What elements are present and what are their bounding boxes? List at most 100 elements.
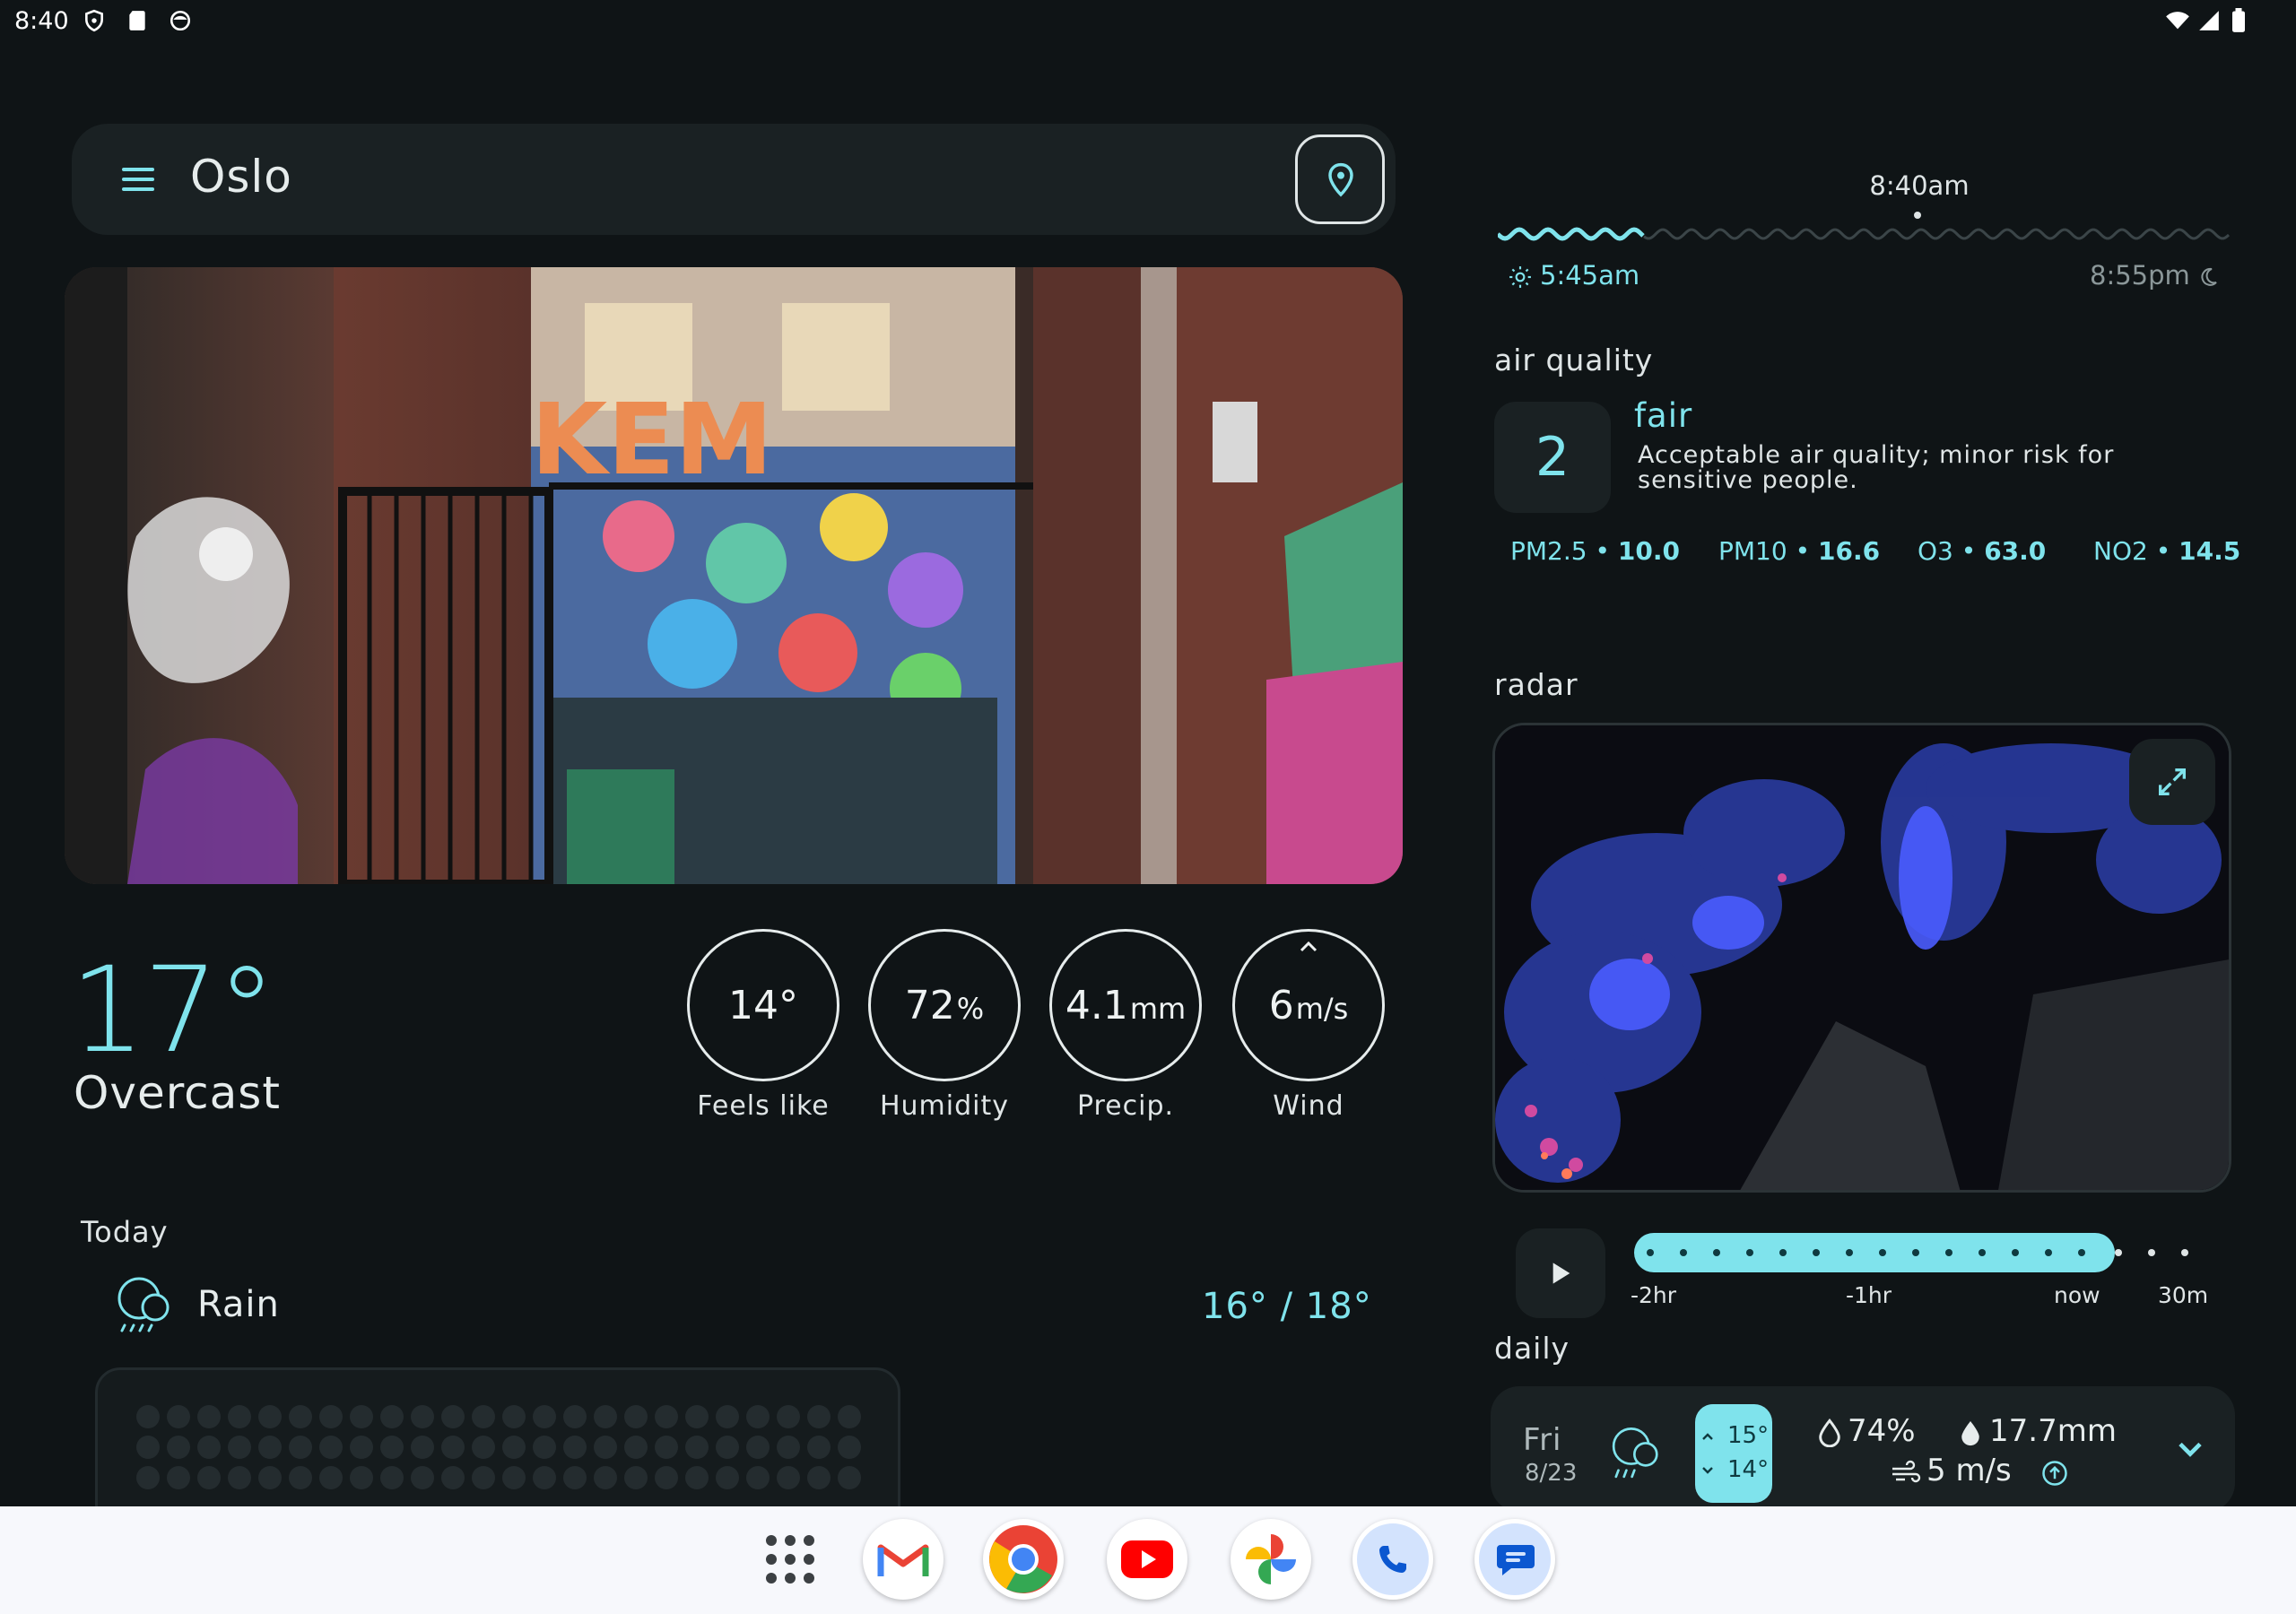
location-button[interactable] (1295, 134, 1385, 224)
hero-image: KEM (65, 267, 1403, 884)
humidity-icon (1819, 1419, 1840, 1447)
stat-value: 14° (728, 982, 798, 1028)
air-quality-title: air quality (1494, 343, 1654, 377)
stat-value: 72 (904, 982, 955, 1028)
expand-icon (2159, 768, 2186, 795)
precipitation-icon (1961, 1421, 1979, 1446)
stat-unit: % (956, 992, 985, 1026)
app-drawer-glyph (766, 1535, 814, 1584)
stat-label: Precip. (1076, 1090, 1175, 1122)
stat-unit: m/s (1295, 992, 1349, 1026)
radar-overlay (1495, 725, 2229, 1190)
stat-unit: mm (1129, 992, 1187, 1026)
pollutant-value: 10.0 (1617, 536, 1680, 566)
graffiti-alley-illustration: KEM (65, 267, 1403, 884)
pollutant-pm25: PM2.5 • 10.0 (1510, 536, 1680, 566)
daily-day: Fri (1523, 1422, 1562, 1458)
gmail-glyph (877, 1544, 929, 1576)
daily-date: 8/23 (1525, 1460, 1578, 1487)
pollutant-pm10: PM10 • 16.6 (1718, 536, 1881, 566)
stat-circle: 72% (868, 929, 1021, 1081)
messages-glyph (1497, 1545, 1535, 1575)
gmail-icon[interactable] (863, 1519, 944, 1600)
stat-circle: 4.1 mm (1049, 929, 1202, 1081)
radar-play-button[interactable] (1516, 1228, 1605, 1318)
play-icon (1552, 1263, 1570, 1284)
wind-icon (1892, 1460, 1921, 1483)
phone-icon[interactable] (1352, 1519, 1433, 1600)
now-marker (1914, 212, 1921, 219)
search-bar[interactable]: Oslo (72, 124, 1396, 235)
pollutant-no2: NO2 • 14.5 (2093, 536, 2241, 566)
stat-circle: 14° (687, 929, 839, 1081)
radar-tick-label: now (2054, 1282, 2100, 1308)
pollutant-name: PM10 (1718, 536, 1787, 566)
current-temperature: 17° (70, 941, 276, 1080)
radar-tick-label: -1hr (1846, 1282, 1892, 1308)
current-condition: Overcast (74, 1067, 281, 1119)
status-bar: 8:40 (0, 0, 2296, 45)
pollutant-name: O3 (1918, 536, 1953, 566)
stat-precip: 4.1 mm (1049, 929, 1202, 1081)
radar-map[interactable] (1492, 723, 2231, 1193)
shield-icon (85, 9, 103, 32)
chevron-up-icon (1702, 1433, 1713, 1440)
chrome-glyph (989, 1525, 1057, 1593)
radar-timeline-dots[interactable] (1634, 1233, 2208, 1272)
city-name[interactable]: Oslo (190, 151, 292, 203)
wind-direction-icon (1300, 941, 1318, 952)
chevron-down-icon[interactable] (2170, 1429, 2210, 1469)
phone-glyph (1379, 1546, 1406, 1573)
air-quality-level: fair (1634, 396, 1693, 435)
sunset-time: 8:55pm (2090, 260, 2190, 291)
battery-icon (2232, 8, 2245, 32)
wifi-icon (2166, 12, 2189, 30)
stat-wind: 6 m/s (1232, 929, 1385, 1081)
current-time-label: 8:40am (1869, 170, 1970, 201)
stat-label: Humidity (879, 1090, 1010, 1122)
sd-card-icon (129, 11, 145, 30)
sunrise-time: 5:45am (1540, 260, 1640, 291)
youtube-icon[interactable] (1107, 1519, 1187, 1600)
stat-value: 6 (1268, 982, 1294, 1028)
daily-high: 15° (1727, 1422, 1770, 1449)
daylight-wave (1498, 227, 2230, 241)
pollutant-value: 14.5 (2179, 536, 2241, 566)
pollutant-value: 16.6 (1818, 536, 1881, 566)
chevron-down-icon (1702, 1467, 1713, 1474)
stat-feels-like: 14° (687, 929, 839, 1081)
sunrise-icon (1509, 266, 1531, 288)
radar-title: radar (1494, 667, 1578, 702)
wind-direction-icon (2042, 1461, 2067, 1486)
moon-icon (2201, 267, 2217, 286)
daily-precip-amount: 17.7mm (1989, 1413, 2117, 1449)
air-quality-description: Acceptable air quality; minor risk for s… (1638, 441, 2115, 494)
daily-low: 14° (1727, 1456, 1770, 1483)
photos-glyph (1246, 1534, 1296, 1584)
pollutant-o3: O3 • 63.0 (1918, 536, 2047, 566)
daily-precip-probability: 74% (1848, 1413, 1916, 1449)
air-quality-index: 2 (1494, 402, 1611, 513)
svg-text:KEM: KEM (531, 382, 773, 497)
daily-forecast-row[interactable]: Fri 8/23 15° 14° 74% 17.7mm 5 m/s (1491, 1386, 2235, 1512)
daily-temp-box: 15° 14° (1695, 1404, 1772, 1503)
radar-expand-button[interactable] (2129, 739, 2215, 825)
photos-icon[interactable] (1231, 1519, 1311, 1600)
chrome-icon[interactable] (983, 1519, 1064, 1600)
signal-icon (2199, 11, 2219, 30)
radar-tick-label: 30m (2158, 1282, 2209, 1308)
today-title: Today (81, 1215, 169, 1249)
app-drawer-icon[interactable] (759, 1528, 822, 1591)
pollutant-name: NO2 (2093, 536, 2148, 566)
menu-icon[interactable] (118, 161, 160, 197)
rain-icon (117, 1277, 170, 1332)
messages-icon[interactable] (1474, 1519, 1555, 1600)
stat-humidity: 72% (868, 929, 1021, 1081)
daily-title: daily (1494, 1331, 1570, 1366)
rain-icon (1612, 1427, 1658, 1479)
radar-tick-label: -2hr (1631, 1282, 1677, 1308)
location-pin-icon (1328, 162, 1353, 197)
face-icon (170, 10, 191, 31)
today-temperature-range: 16° / 18° (1202, 1286, 1372, 1327)
pollutant-value: 63.0 (1984, 536, 2047, 566)
